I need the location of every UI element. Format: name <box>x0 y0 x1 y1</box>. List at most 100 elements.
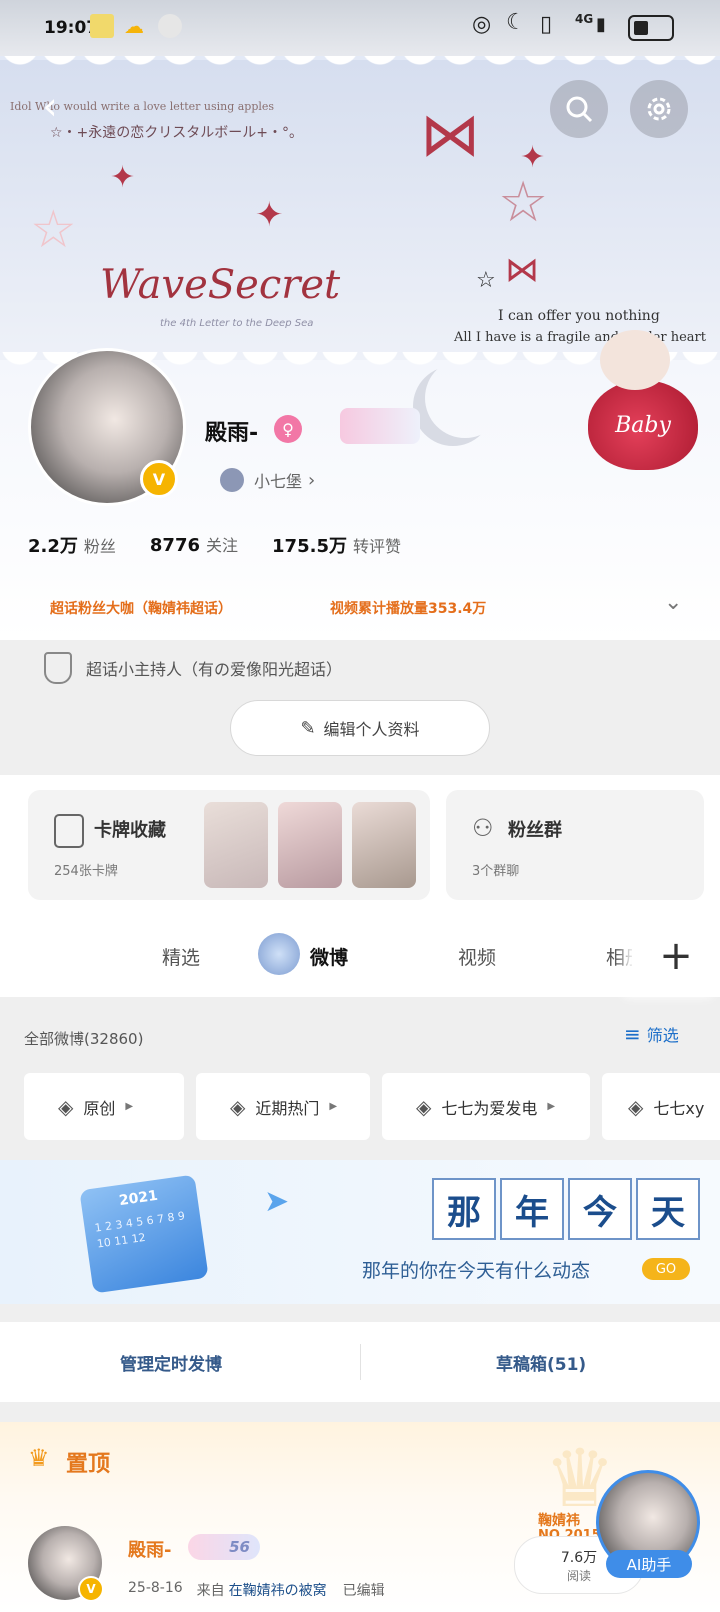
card-collection-sub: 254张卡牌 <box>54 864 118 879</box>
chevron-right-icon: › <box>308 469 316 491</box>
post-date: 25-8-16 <box>128 1580 183 1596</box>
settings-button[interactable] <box>630 80 688 138</box>
schedule-post-button[interactable]: 管理定时发博 <box>120 1350 222 1375</box>
post-author-name[interactable]: 殿雨- <box>128 1536 171 1562</box>
heart-badge-text: Baby <box>615 412 671 438</box>
chip-qiqi-xy[interactable]: ◈ 七七xy <box>602 1073 720 1140</box>
tab-featured[interactable]: 精选 <box>162 943 200 970</box>
app-notification-icon <box>90 14 114 38</box>
status-bar: 19:07 ☁ ◎ ☾ ▯ 4G ▮ <box>0 0 720 56</box>
sparkle-icon: ✦ <box>110 160 136 195</box>
fan-group-card[interactable]: ⚇ 粉丝群 3个群聊 <box>446 790 704 900</box>
expand-chevron-icon[interactable]: ⌄ <box>664 590 682 615</box>
sparkle-icon: ✦ <box>520 140 546 175</box>
verified-badge-icon: V <box>78 1576 104 1602</box>
host-label: 超话小主持人（有の爱像阳光超话） <box>86 660 343 679</box>
calendar-illustration: 2021 1 2 3 4 5 6 7 8 9 10 11 12 <box>79 1174 209 1294</box>
banner-line2: ☆・+永遠の恋クリスタルボール+・°。 <box>50 125 304 141</box>
search-icon <box>566 96 593 123</box>
layers-icon: ◈ <box>58 1094 74 1119</box>
post-level-badge: 56 <box>188 1534 260 1560</box>
tab-weibo[interactable]: 微博 <box>310 943 348 970</box>
bow-icon: ⋈ <box>505 250 539 290</box>
group-people-icon: ⚇ <box>472 814 494 842</box>
signal-icon: ▮ <box>596 14 606 35</box>
post-source-link[interactable]: 在鞠婧祎の被窝 <box>229 1580 327 1600</box>
all-weibo-count: 全部微博(32860) <box>24 1030 144 1048</box>
card-thumb <box>204 802 268 888</box>
lace-decoration-top <box>0 52 720 92</box>
filter-sort-icon: ≡ <box>624 1022 641 1046</box>
memory-text: 那年的你在今天有什么动态 <box>362 1260 591 1282</box>
host-line[interactable]: 超话小主持人（有の爱像阳光超话） <box>44 652 342 684</box>
star-icon: ☆ <box>498 170 549 235</box>
pencil-icon: ✎ <box>300 717 316 739</box>
back-button[interactable]: ‹ <box>28 84 72 128</box>
network-label: 4G <box>575 12 594 26</box>
female-icon: ♀ <box>274 415 302 443</box>
tab-album[interactable]: 相册 <box>606 943 632 970</box>
group-link[interactable]: 小七堡 › <box>220 468 315 492</box>
group-label: 小七堡 <box>254 472 303 491</box>
crown-icon: ♛ <box>28 1444 50 1472</box>
profile-tabs: 精选 微博 视频 相册 + <box>0 915 720 997</box>
layers-icon: ◈ <box>628 1094 644 1119</box>
stat-interactions[interactable]: 175.5万 转评赞 <box>272 532 401 558</box>
drafts-button[interactable]: 草稿箱(51) <box>496 1350 586 1375</box>
shield-icon <box>44 652 72 684</box>
memory-go-button[interactable]: GO <box>642 1258 690 1280</box>
banner-title: WaveSecret <box>100 262 341 308</box>
username: 殿雨- <box>205 421 259 446</box>
filter-label: 筛选 <box>646 1026 679 1045</box>
vibrate-icon: ▯ <box>540 12 553 37</box>
read-count-number: 7.6万 <box>560 1549 598 1566</box>
stat-following[interactable]: 8776 关注 <box>150 532 238 558</box>
filter-button[interactable]: ≡ 筛选 <box>624 1022 679 1046</box>
read-count-label: 阅读 <box>566 1568 591 1583</box>
calendar-year: 2021 <box>118 1187 159 1210</box>
post-source-prefix: 来自 <box>196 1583 225 1599</box>
weather-icon: ☁ <box>124 14 144 38</box>
star-icon: ☆ <box>30 200 77 260</box>
group-icon <box>220 468 244 492</box>
card-collection[interactable]: 卡牌收藏 254张卡牌 <box>28 790 430 900</box>
add-tab-button[interactable]: + <box>632 915 720 997</box>
deco-name: 鞠婧祎 <box>538 1513 580 1529</box>
memory-banner[interactable]: 2021 1 2 3 4 5 6 7 8 9 10 11 12 ➤ 那 年 今 … <box>0 1160 720 1304</box>
chip-recent-hot[interactable]: ◈ 近期热门 ▶ <box>196 1073 370 1140</box>
chip-original[interactable]: ◈ 原创 ▶ <box>24 1073 184 1140</box>
calendar-days: 1 2 3 4 5 6 7 8 9 10 11 12 <box>93 1209 186 1251</box>
ai-assistant-button[interactable]: AI助手 <box>606 1550 692 1578</box>
card-thumb <box>352 802 416 888</box>
member-badge-icon[interactable] <box>340 408 420 444</box>
chip-qiqi-love[interactable]: ◈ 七七为爱发电 ▶ <box>382 1073 590 1140</box>
layers-icon: ◈ <box>230 1094 246 1119</box>
gear-icon <box>647 97 671 121</box>
divider <box>360 1344 361 1380</box>
bear-decoration <box>600 330 670 390</box>
tab-video[interactable]: 视频 <box>458 943 496 970</box>
fan-group-sub: 3个群聊 <box>472 864 520 879</box>
battery-icon <box>628 15 674 41</box>
alarm-icon: ◎ <box>472 12 492 37</box>
supertopic-tag[interactable]: 超话粉丝大咖（鞠婧祎超话） <box>50 598 232 618</box>
search-button[interactable] <box>550 80 608 138</box>
fan-group-title: 粉丝群 <box>508 820 562 841</box>
moon-icon: ☾ <box>506 10 526 35</box>
star-icon: ☆ <box>476 268 496 293</box>
pinned-post[interactable]: ♛ 置顶 ♛ V 殿雨- 56 25-8-16 来自 在鞠婧祎の被窝 已编辑 鞠… <box>0 1422 720 1612</box>
paper-plane-icon: ➤ <box>264 1184 290 1219</box>
stat-fans[interactable]: 2.2万 粉丝 <box>28 532 116 558</box>
chevron-left-icon: ‹ <box>42 84 58 128</box>
post-edited-label: 已编辑 <box>342 1583 385 1599</box>
heart-badge-decoration: Baby <box>588 380 698 470</box>
app-notification-icon <box>158 14 182 38</box>
profile-stats: 2.2万 粉丝 8776 关注 175.5万 转评赞 <box>28 532 401 558</box>
video-play-tag[interactable]: 视频累计播放量353.4万 <box>330 598 486 618</box>
layers-icon: ◈ <box>416 1094 432 1119</box>
post-meta: 25-8-16 来自 在鞠婧祎の被窝 已编辑 <box>128 1580 385 1600</box>
edit-profile-button[interactable]: ✎ 编辑个人资料 <box>230 700 490 756</box>
card-collection-title: 卡牌收藏 <box>94 820 166 841</box>
card-icon <box>54 814 84 848</box>
memory-title: 那 年 今 天 <box>432 1178 704 1240</box>
